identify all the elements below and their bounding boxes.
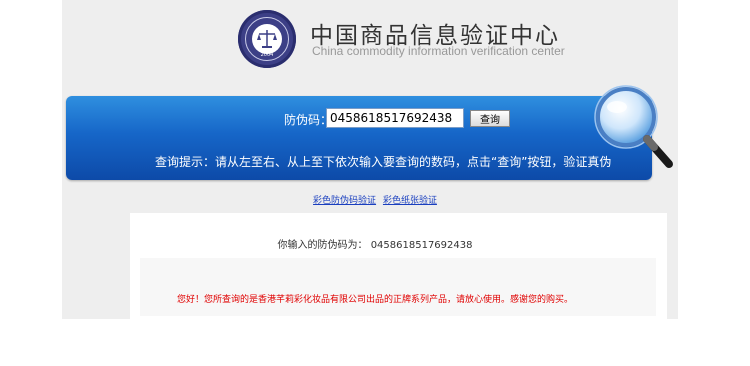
link-color-paper-verification[interactable]: 彩色纸张验证: [383, 196, 437, 206]
query-button[interactable]: 查询: [470, 110, 510, 127]
logo-year: 2004: [260, 52, 274, 58]
query-hint: 查询提示：请从左至右、从上至下依次输入要查询的数码，点击“查询”按钮，验证真伪: [155, 155, 612, 169]
entered-code-line: 你输入的防伪码为： 0458618517692438: [0, 236, 750, 251]
links-row: 彩色防伪码验证 彩色纸张验证: [0, 193, 750, 206]
magnifier-icon: [594, 85, 673, 168]
scales-emblem-icon: [252, 24, 282, 54]
link-color-code-verification[interactable]: 彩色防伪码验证: [313, 196, 376, 206]
result-message: 您好！您所查询的是香港芊莉彩化妆品有限公司出品的正牌系列产品，请放心使用。感谢您…: [176, 295, 573, 305]
result-message-box: [140, 258, 656, 316]
entered-code-label: 你输入的防伪码为：: [277, 240, 368, 251]
code-input[interactable]: [326, 108, 464, 128]
entered-code-value: 0458618517692438: [370, 240, 473, 251]
code-label: 防伪码：: [284, 113, 333, 127]
site-logo: 2004: [238, 10, 296, 68]
site-subtitle: China commodity information verification…: [312, 44, 565, 58]
